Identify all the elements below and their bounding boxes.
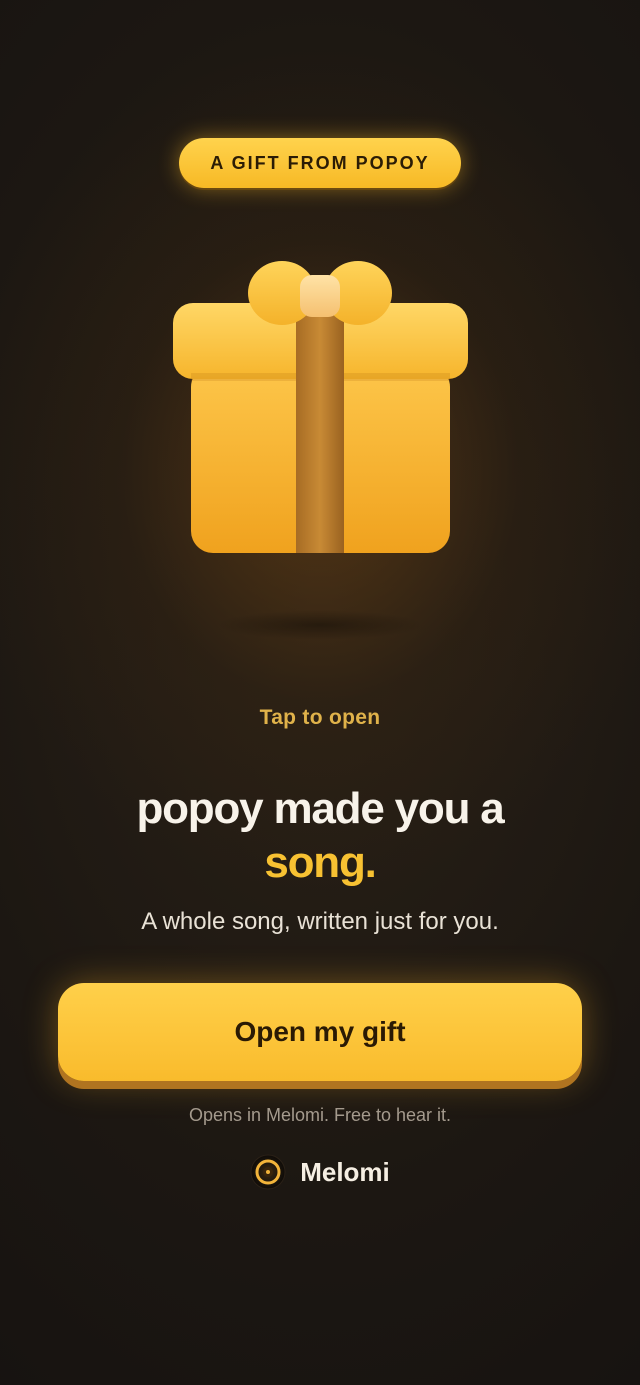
- open-gift-button[interactable]: Open my gift: [58, 983, 582, 1081]
- melomi-logo-icon: [250, 1154, 286, 1190]
- subheadline: A whole song, written just for you.: [141, 908, 499, 935]
- brand-footer: Melomi: [0, 1154, 640, 1190]
- brand-name: Melomi: [300, 1156, 390, 1187]
- opens-in-note: Opens in Melomi. Free to hear it.: [188, 1105, 452, 1125]
- gift-from-badge: A GIFT FROM POPOY: [179, 138, 461, 188]
- gift-from-label: A GIFT FROM POPOY: [210, 152, 430, 173]
- gift-box-icon: [173, 261, 468, 553]
- gift-box[interactable]: [170, 255, 470, 565]
- headline-accent: song.: [264, 838, 377, 887]
- gift-page: A GIFT FROM POPOY Tap to open popoy made…: [0, 0, 640, 1385]
- open-gift-button-label: Open my gift: [234, 1016, 406, 1047]
- headline: popoy made you a song.: [0, 782, 640, 890]
- headline-line1: popoy made you a: [136, 784, 504, 833]
- tap-to-open-hint: Tap to open: [259, 706, 381, 729]
- gift-shadow: [215, 610, 425, 640]
